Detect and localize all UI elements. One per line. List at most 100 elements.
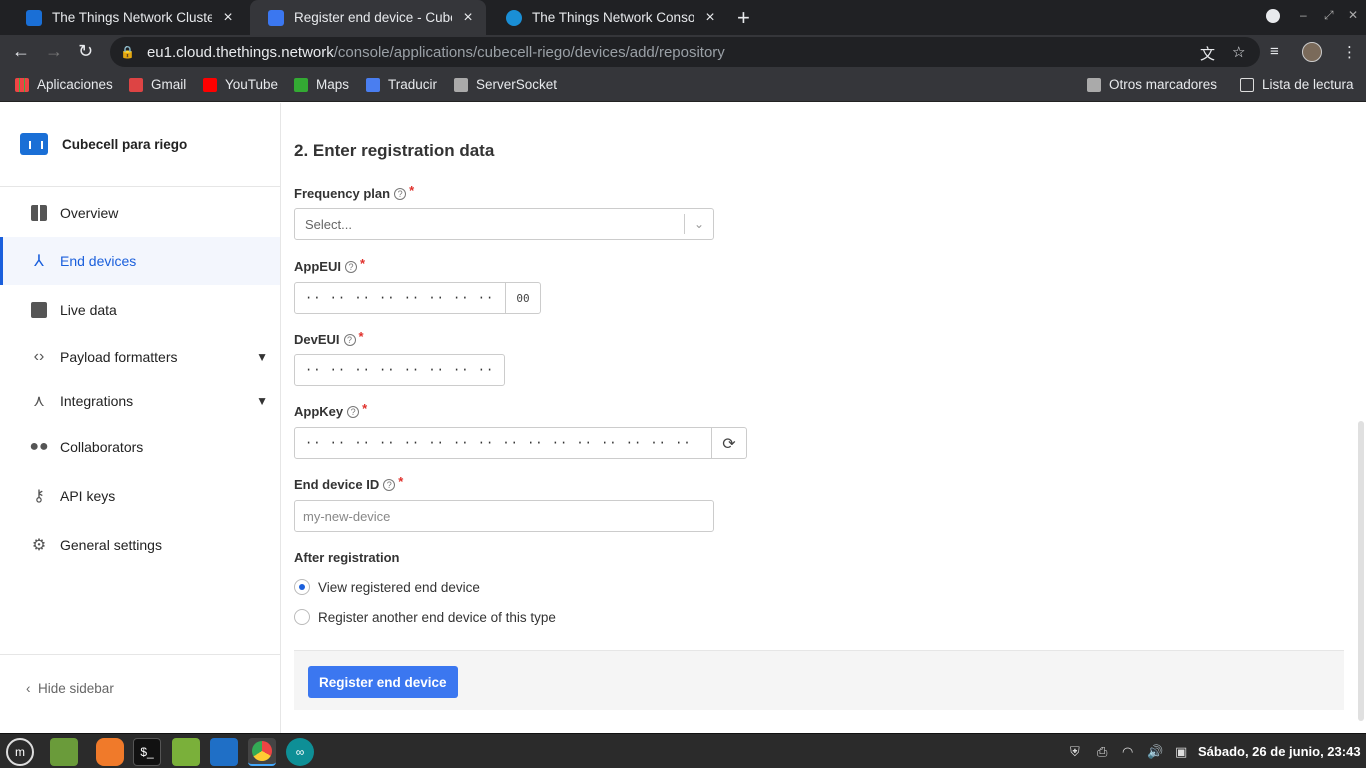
ttn-favicon-icon xyxy=(26,9,42,26)
device-id-input[interactable] xyxy=(294,500,714,532)
reload-icon[interactable]: ↻ xyxy=(78,41,93,62)
address-bar[interactable]: 🔒 eu1.cloud.thethings.network/console/ap… xyxy=(110,37,1260,67)
desktop-folder-icon[interactable] xyxy=(50,738,78,766)
window-close-icon[interactable]: ✕ xyxy=(1348,8,1358,22)
radio-button[interactable] xyxy=(294,579,310,595)
volume-icon[interactable]: 🔊 xyxy=(1147,744,1163,760)
forward-arrow-icon[interactable]: → xyxy=(45,41,63,62)
reading-list-icon xyxy=(1240,77,1254,92)
close-icon[interactable]: × xyxy=(220,9,236,27)
help-icon[interactable]: ? xyxy=(347,405,360,418)
help-icon[interactable]: ? xyxy=(343,333,356,346)
frequency-plan-select[interactable]: Select... ⌄ xyxy=(294,208,714,240)
regenerate-icon[interactable]: ⟳ xyxy=(711,428,746,458)
new-tab-plus-icon[interactable]: + xyxy=(737,5,750,31)
chevron-left-icon: ‹ xyxy=(26,681,31,696)
gear-icon: ⚙ xyxy=(31,537,47,554)
help-icon[interactable]: ? xyxy=(344,260,357,273)
media-queue-icon[interactable]: ≡ xyxy=(1270,43,1279,60)
key-icon: ⚷ xyxy=(33,488,45,505)
tab-ttn-cluster[interactable]: The Things Network Cluster P × xyxy=(8,0,246,35)
submit-bar: Register end device xyxy=(294,650,1344,710)
firefox-icon[interactable] xyxy=(96,738,124,766)
profile-avatar[interactable] xyxy=(1302,42,1322,62)
close-icon[interactable]: × xyxy=(460,9,476,27)
help-icon[interactable]: ? xyxy=(383,478,396,491)
tab-ttn-console[interactable]: The Things Network Console × xyxy=(488,0,728,35)
shield-icon[interactable]: ⛨ xyxy=(1070,744,1080,760)
app-key-field[interactable]: ·· ·· ·· ·· ·· ·· ·· ·· ·· ·· ·· ·· ·· ·… xyxy=(294,427,747,459)
dev-eui-field[interactable]: ·· ·· ·· ·· ·· ·· ·· ·· xyxy=(294,354,505,386)
arduino-icon[interactable]: ∞ xyxy=(286,738,314,766)
bookmark-lista-lectura[interactable]: Lista de lectura xyxy=(1240,77,1354,92)
sidebar-item-label: End devices xyxy=(60,253,137,269)
sidebar-item-end-devices[interactable]: ⅄ End devices xyxy=(0,237,280,285)
terminal-icon[interactable]: $_ xyxy=(133,738,161,766)
fill-zeros-button[interactable]: 00 xyxy=(505,283,540,313)
restore-icon[interactable]: ⤢ xyxy=(1324,8,1334,23)
application-header: Cubecell para riego xyxy=(20,133,187,155)
required-asterisk: * xyxy=(398,474,404,489)
bookmark-label: Lista de lectura xyxy=(1262,77,1354,92)
chrome-icon[interactable] xyxy=(248,738,276,766)
printer-icon[interactable]: ⎙ xyxy=(1097,744,1107,760)
frequency-plan-label: Frequency plan ? * xyxy=(294,183,414,201)
bookmark-star-icon[interactable]: ☆ xyxy=(1232,43,1245,61)
radio-register-another[interactable]: Register another end device of this type xyxy=(294,609,556,625)
translate-icon[interactable]: 文 xyxy=(1200,43,1215,64)
clipboard-icon[interactable]: ▣ xyxy=(1175,744,1187,760)
clock[interactable]: Sábado, 26 de junio, 23:43 xyxy=(1198,744,1361,759)
minimize-icon[interactable]: – xyxy=(1300,8,1307,22)
app-eui-value: ·· ·· ·· ·· ·· ·· ·· ·· xyxy=(305,291,495,305)
page-scrollbar[interactable] xyxy=(1358,421,1364,721)
sidebar-item-general-settings[interactable]: ⚙ General settings xyxy=(0,521,280,569)
select-placeholder: Select... xyxy=(305,216,352,232)
bookmark-serversocket[interactable]: ServerSocket xyxy=(454,77,557,92)
bookmark-gmail[interactable]: Gmail xyxy=(129,77,186,92)
mint-menu-icon[interactable]: m xyxy=(6,738,34,766)
radio-view-registered[interactable]: View registered end device xyxy=(294,579,480,595)
bookmarks-bar: Aplicaciones Gmail YouTube Maps Traducir… xyxy=(0,69,1366,102)
youtube-icon xyxy=(203,77,217,92)
bookmark-label: Maps xyxy=(316,77,350,92)
register-end-device-button[interactable]: Register end device xyxy=(308,666,458,698)
radio-button[interactable] xyxy=(294,609,310,625)
sidebar-item-overview[interactable]: Overview xyxy=(0,189,280,237)
label-text: Frequency plan xyxy=(294,186,391,201)
sidebar-item-integrations[interactable]: ⋏ Integrations ▼ xyxy=(0,377,280,425)
sidebar-item-api-keys[interactable]: ⚷ API keys xyxy=(0,472,280,520)
close-icon[interactable]: × xyxy=(702,9,718,27)
help-icon[interactable]: ? xyxy=(394,187,407,200)
hide-sidebar-button[interactable]: ‹ Hide sidebar xyxy=(26,681,114,696)
browser-toolbar: ← → ↻ 🔒 eu1.cloud.thethings.network/cons… xyxy=(0,35,1366,69)
bookmark-traducir[interactable]: Traducir xyxy=(366,77,437,92)
apps-grid-icon xyxy=(15,77,29,92)
bookmark-apps[interactable]: Aplicaciones xyxy=(15,77,113,92)
label-text: AppEUI xyxy=(294,259,341,274)
menu-kebab-icon[interactable]: ⋮ xyxy=(1342,43,1357,61)
sidebar-item-label: Payload formatters xyxy=(60,349,178,365)
bookmark-maps[interactable]: Maps xyxy=(294,77,349,92)
code-icon: ‹› xyxy=(33,348,45,365)
application-name: Cubecell para riego xyxy=(62,136,188,152)
maps-icon xyxy=(294,77,308,92)
application-icon xyxy=(20,133,48,155)
app-eui-field[interactable]: ·· ·· ·· ·· ·· ·· ·· ·· 00 xyxy=(294,282,541,314)
bookmark-otros[interactable]: Otros marcadores xyxy=(1087,77,1217,92)
files-icon[interactable] xyxy=(172,738,200,766)
sidebar-item-live-data[interactable]: Live data xyxy=(0,286,280,334)
wifi-icon[interactable]: ◠ xyxy=(1122,744,1133,760)
section-heading: 2. Enter registration data xyxy=(294,141,495,160)
tab-search-icon[interactable] xyxy=(1266,9,1280,23)
tab-register-end-device[interactable]: Register end device - Cubecell × xyxy=(250,0,486,35)
required-asterisk: * xyxy=(359,256,366,271)
back-arrow-icon[interactable]: ← xyxy=(12,41,30,62)
sidebar-item-label: Collaborators xyxy=(60,439,144,455)
vscode-icon[interactable] xyxy=(210,738,238,766)
chevron-down-icon: ▼ xyxy=(256,350,268,364)
sidebar-item-label: API keys xyxy=(60,488,116,504)
sidebar-item-collaborators[interactable]: ●● Collaborators xyxy=(0,423,280,471)
console-app: Cubecell para riego Overview ⅄ End devic… xyxy=(0,103,1366,733)
sidebar-item-payload-formatters[interactable]: ‹› Payload formatters ▼ xyxy=(0,333,280,381)
bookmark-youtube[interactable]: YouTube xyxy=(203,77,278,92)
